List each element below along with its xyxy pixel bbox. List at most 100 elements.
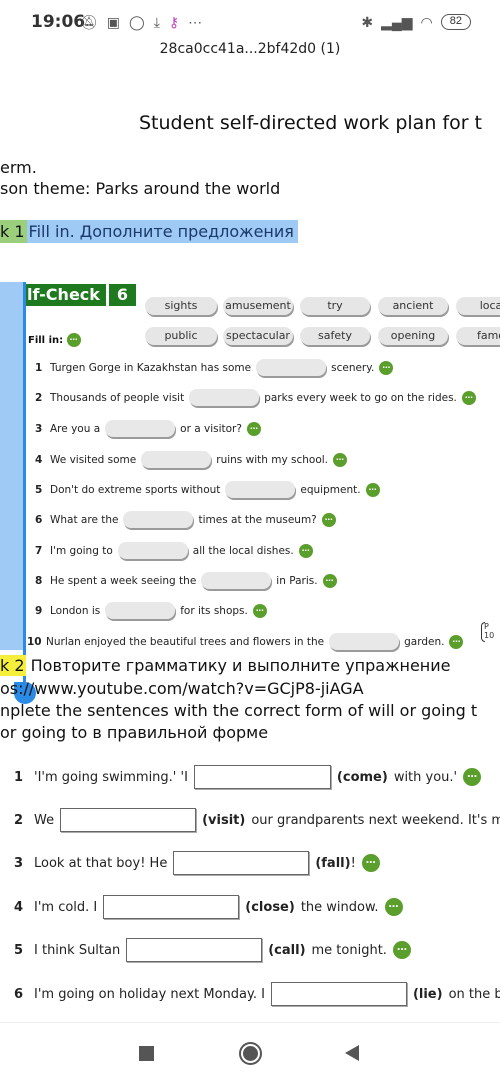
instruction-ru-text: or going to в правильной форме (0, 723, 269, 742)
sentence-end: all the local dishes. (192, 544, 294, 557)
word-chip: public (145, 327, 217, 345)
recents-button[interactable] (139, 1046, 154, 1061)
answer-blank[interactable] (189, 389, 260, 406)
word-chip: ancient (378, 297, 448, 315)
task2-text: Повторите грамматику и выполните упражне… (30, 656, 451, 675)
file-title: 28ca0cc41a...2bf42d0 (1) (159, 41, 341, 57)
more-dots-icon[interactable]: … (246, 421, 261, 436)
answer-blank[interactable] (123, 511, 194, 528)
more-dots-icon[interactable]: … (321, 512, 336, 527)
answer-blank[interactable] (117, 542, 188, 559)
sentence-end: on the bea (448, 986, 500, 1002)
sentence-start: 'I'm going swimming.' 'I (34, 769, 188, 785)
home-button[interactable] (239, 1042, 262, 1065)
answer-box[interactable] (60, 808, 197, 832)
answer-blank[interactable] (225, 481, 296, 498)
exercise-row: 6 What are the times at the museum? … (35, 511, 336, 528)
sentence-start: I'm cold. I (34, 899, 98, 915)
self-check-number: 6 (108, 284, 137, 306)
word-chip: loca (456, 297, 500, 315)
answer-box[interactable] (270, 982, 407, 1006)
exercise-number: 2 (35, 391, 43, 404)
fill-in-text: Fill in: (28, 335, 64, 346)
task2-label: k 2 (0, 655, 26, 676)
more-dots-icon[interactable]: … (361, 854, 380, 872)
answer-box[interactable] (126, 938, 263, 962)
exercise-number: 1 (35, 361, 43, 374)
notifications-off-icon: 🔕︎ (80, 14, 98, 30)
whatsapp-icon: ◯ (129, 14, 145, 30)
exercise-number: 9 (35, 604, 43, 617)
sentence-end: scenery. (331, 361, 375, 374)
sentence-end: with you.' (393, 769, 458, 785)
answer-box[interactable] (193, 765, 331, 789)
exercise-number: 3 (14, 855, 24, 871)
back-button[interactable] (345, 1045, 359, 1061)
sentence-end: equipment. (300, 483, 361, 496)
exercise-row: 8 He spent a week seeing the in Paris. … (35, 572, 337, 589)
verb-hint: (close) (245, 899, 295, 915)
more-dots-icon[interactable]: … (298, 543, 313, 558)
answer-blank[interactable] (201, 572, 272, 589)
exercise-row: 2 Thousands of people visit parks every … (35, 389, 476, 406)
sentence-end: times at the museum? (198, 513, 317, 526)
task1-label: k 1 (0, 220, 27, 243)
exercise-number: 5 (35, 483, 43, 496)
verb-hint: (come) (336, 769, 388, 785)
grammar-row: 6 I'm going on holiday next Monday. I (l… (14, 982, 500, 1006)
exercise-number: 6 (14, 986, 24, 1002)
answer-blank[interactable] (141, 451, 212, 468)
more-dots-icon[interactable]: … (365, 482, 380, 497)
grammar-row: 5 I think Sultan (call) me tonight. … (14, 938, 411, 962)
verb-hint: (call) (268, 942, 306, 958)
word-chip: opening (378, 327, 448, 345)
answer-box[interactable] (103, 895, 240, 919)
notification-icons: 🔕︎ ▣ ◯ ⤓ ⚷ ⋯ (80, 12, 202, 32)
sentence-end: me tonight. (311, 942, 387, 958)
answer-blank[interactable] (105, 420, 176, 437)
sentence-start: I'm going to (50, 544, 113, 557)
word-chip: try (300, 297, 370, 315)
key-icon: ⚷ (168, 14, 180, 30)
term-text: erm. (0, 158, 37, 177)
word-chip: sights (145, 297, 217, 315)
more-dots-icon[interactable]: … (333, 452, 347, 467)
answer-blank[interactable] (256, 359, 327, 376)
more-dots-icon[interactable]: … (461, 390, 476, 405)
more-dots-icon[interactable]: … (463, 768, 482, 786)
exercise-number: 7 (35, 544, 43, 557)
exercise-row: 7 I'm going to all the local dishes. … (35, 542, 313, 559)
sentence-end: garden. (404, 635, 445, 648)
exercise-number: 6 (35, 513, 43, 526)
more-dots-icon[interactable]: … (252, 603, 267, 618)
task1-heading[interactable]: k 1 Fill in. Дополните предложения (0, 220, 298, 244)
sentence-start: Thousands of people visit (50, 391, 185, 404)
answer-box[interactable] (173, 851, 310, 875)
more-dots-icon[interactable]: … (449, 634, 464, 649)
answer-blank[interactable] (105, 602, 176, 619)
game-icon: ▣ (106, 14, 121, 30)
self-check-header: lf-Check 6 (26, 284, 137, 306)
more-dots-icon[interactable]: … (392, 941, 411, 959)
fill-in-label: Fill in: … (28, 333, 81, 347)
task1-text: Fill in. Дополните предложения (26, 220, 298, 243)
answer-blank[interactable] (329, 633, 400, 650)
word-chip: famo (456, 327, 500, 345)
instruction-text: nplete the sentences with the correct fo… (0, 701, 478, 720)
exercise-number: 5 (14, 942, 24, 958)
more-dots-icon[interactable]: … (322, 573, 337, 588)
wifi-icon: ◠ (420, 14, 433, 30)
sentence-start: We visited some (50, 453, 137, 466)
sentence-start: We (34, 812, 55, 828)
sentence-end: ! (350, 855, 356, 871)
exercise-number: 4 (14, 899, 24, 915)
sentence-end: for its shops. (180, 604, 248, 617)
sentence-end: or a visitor? (180, 422, 242, 435)
youtube-link[interactable]: os://www.youtube.com/watch?v=GCjP8-jiAGA (0, 679, 364, 698)
battery-indicator: 82 (440, 14, 471, 30)
sentence-end: our grandparents next weekend. It's mon (251, 812, 500, 828)
more-dots-icon[interactable]: … (384, 898, 403, 916)
more-dots-icon[interactable]: … (66, 333, 81, 347)
exercise-number: 8 (35, 574, 43, 587)
more-dots-icon[interactable]: … (379, 360, 394, 375)
